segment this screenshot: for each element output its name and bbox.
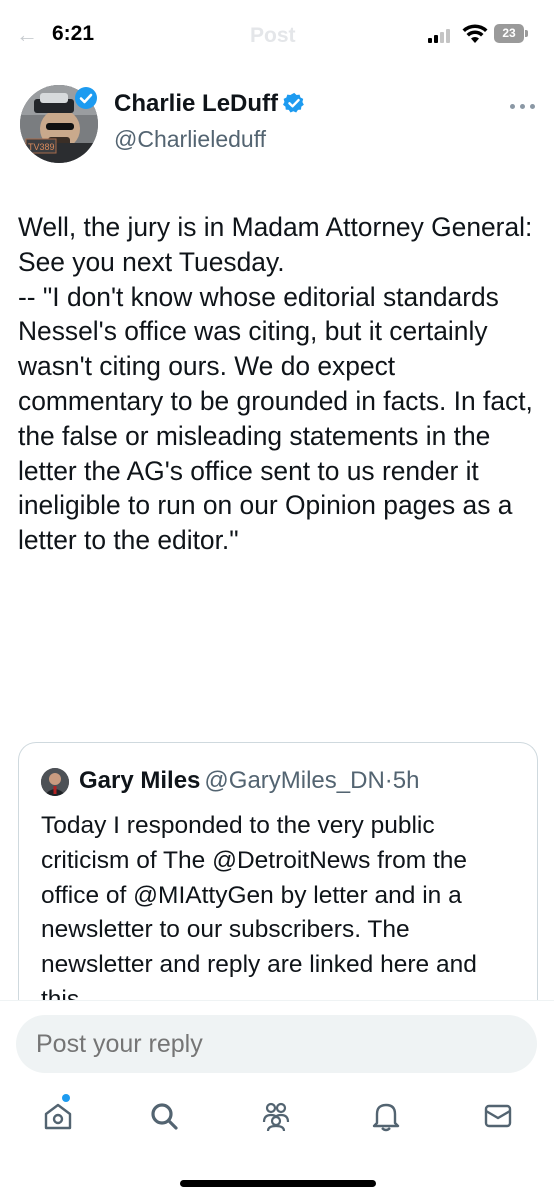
more-options-icon[interactable] (508, 102, 538, 112)
quote-author-name[interactable]: Gary Miles (79, 767, 200, 794)
avatar-verified-icon (75, 87, 97, 109)
author-handle[interactable]: @Charlieleduff (114, 126, 266, 153)
tab-search[interactable] (144, 1096, 184, 1136)
status-time: 6:21 (52, 22, 95, 45)
back-arrow-icon[interactable]: ← (16, 22, 38, 48)
quote-text: Today I responded to the very public cri… (41, 812, 477, 1013)
tab-notifications[interactable] (366, 1096, 406, 1136)
tab-home[interactable] (38, 1096, 78, 1136)
status-bar: ← 6:21 Post 23 (0, 0, 554, 66)
tab-communities[interactable] (256, 1096, 296, 1136)
post-text: Well, the jury is in Madam Attorney Gene… (18, 212, 533, 556)
header-title: Post (250, 24, 296, 47)
battery-icon: 23 (494, 24, 524, 43)
quote-separator: · (384, 767, 393, 794)
avatar-badge-text: TV389 (28, 142, 55, 152)
wifi-icon (462, 24, 488, 43)
quote-header: Gary Miles @GaryMiles_DN·5h (79, 767, 420, 795)
notifications-icon (372, 1103, 400, 1132)
cellular-signal-icon (428, 27, 456, 43)
bottom-tab-bar (0, 1080, 554, 1160)
quote-author-handle[interactable]: @GaryMiles_DN (204, 767, 384, 794)
verified-badge-icon (283, 92, 304, 113)
reply-input[interactable] (16, 1015, 537, 1073)
communities-icon (262, 1102, 290, 1132)
home-icon (44, 1103, 72, 1130)
home-indicator[interactable] (180, 1180, 376, 1187)
reply-bar (0, 1000, 554, 1080)
search-icon (151, 1103, 178, 1130)
quote-timestamp: 5h (392, 767, 420, 794)
messages-icon (484, 1104, 512, 1128)
tab-messages[interactable] (478, 1096, 518, 1136)
quote-avatar-image (41, 768, 69, 796)
battery-tip (525, 30, 528, 37)
author-name-text: Charlie LeDuff (114, 90, 279, 117)
quote-avatar[interactable] (41, 768, 69, 796)
home-unread-dot (62, 1094, 70, 1102)
author-name[interactable]: Charlie LeDuff (114, 90, 305, 118)
quoted-post-card[interactable]: Gary Miles @GaryMiles_DN·5h Today I respo… (18, 742, 538, 1042)
